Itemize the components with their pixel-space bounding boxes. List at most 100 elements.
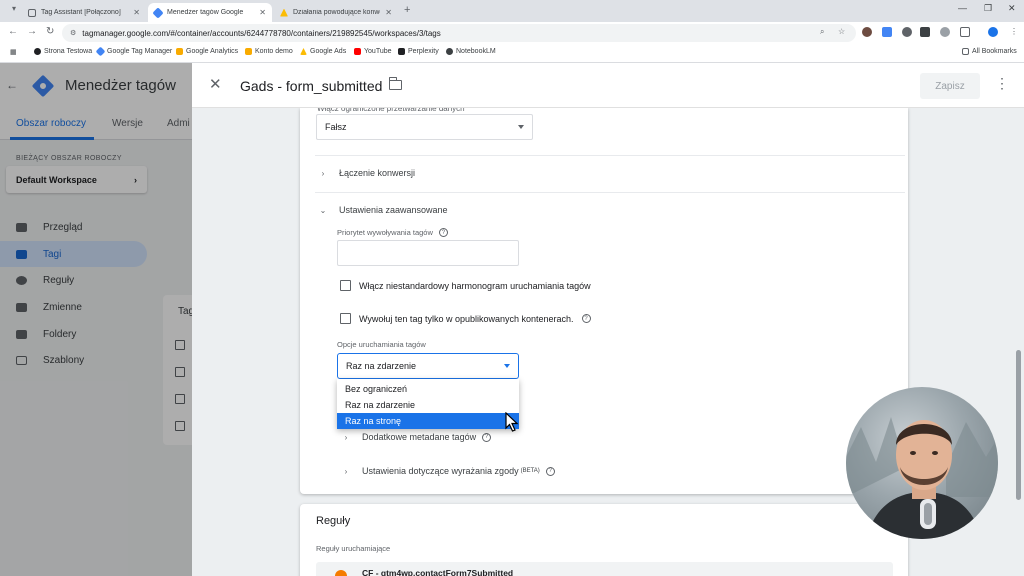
trigger-name: CF - gtm4wp.contactForm7Submitted <box>362 568 514 576</box>
chevron-right-icon: › <box>344 432 348 442</box>
bookmark-item[interactable]: Strona Testowa <box>34 48 92 55</box>
help-icon[interactable]: ? <box>438 228 448 237</box>
notebooklm-icon <box>446 48 453 55</box>
dropdown-option-highlighted[interactable]: Raz na stronę <box>337 413 519 429</box>
browser-tab-conversions[interactable]: Działania powodujące konwersję ✕ <box>274 3 398 22</box>
bookmark-item[interactable]: Google Ads <box>300 48 346 55</box>
maximize-icon[interactable]: ❐ <box>984 3 992 14</box>
close-icon[interactable]: ✕ <box>209 75 222 93</box>
profile-avatar[interactable] <box>988 27 998 37</box>
help-icon[interactable]: ? <box>545 466 555 476</box>
minimize-icon[interactable]: — <box>958 3 967 13</box>
advanced-settings-section[interactable]: ⌄ Ustawienia zaawansowane <box>319 205 448 215</box>
apps-grid-icon[interactable]: ▦ <box>10 48 17 56</box>
bookmark-star-icon[interactable]: ☆ <box>838 27 845 36</box>
more-options-icon[interactable]: ⋮ <box>995 75 1009 92</box>
webcam-overlay <box>846 387 998 539</box>
dropdown-caret-icon <box>518 125 524 129</box>
priority-label: Priorytet wywoływania tagów ? <box>337 228 448 237</box>
section-title: Łączenie konwersji <box>339 168 416 178</box>
priority-input[interactable] <box>337 240 519 266</box>
close-tab-icon[interactable]: ✕ <box>133 8 140 17</box>
divider <box>315 192 905 193</box>
published-only-checkbox-row[interactable]: Wywołuj ten tag tylko w opublikowanych k… <box>340 313 591 324</box>
browser-tab-tag-assistant[interactable]: Tag Assistant [Połączono] ✕ <box>22 3 146 22</box>
help-icon[interactable]: ? <box>581 314 591 323</box>
url-text: tagmanager.google.com/#/container/accoun… <box>82 28 441 38</box>
firing-options-label: Opcje uruchamiania tagów <box>337 340 426 349</box>
new-tab-icon[interactable]: + <box>404 4 410 16</box>
browser-toolbar: ← → ↻ ⚙ tagmanager.google.com/#/containe… <box>0 22 1024 44</box>
extensions-puzzle-icon[interactable] <box>960 27 970 37</box>
bookmark-label: All Bookmarks <box>972 48 1017 55</box>
consent-settings-section[interactable]: › Ustawienia dotyczące wyrażania zgody (… <box>342 466 555 476</box>
sheet-header: ✕ Gads - form_submitted Zapisz ⋮ <box>192 63 1024 108</box>
additional-metadata-section[interactable]: › Dodatkowe metadane tagów ? <box>342 432 492 442</box>
back-icon[interactable]: ← <box>8 26 18 37</box>
close-tab-icon[interactable]: ✕ <box>385 8 392 17</box>
browser-menu-icon[interactable]: ⋮ <box>1010 27 1018 36</box>
rules-subtitle: Reguły uruchamiające <box>316 544 391 553</box>
zoom-icon[interactable]: ⌕ <box>820 27 824 37</box>
save-button[interactable]: Zapisz <box>920 73 980 99</box>
trigger-row[interactable]: CF - gtm4wp.contactForm7Submitted <box>316 562 893 576</box>
dropdown-option[interactable]: Bez ograniczeń <box>337 381 519 397</box>
custom-schedule-checkbox[interactable] <box>340 280 351 291</box>
address-bar[interactable]: ⚙ tagmanager.google.com/#/container/acco… <box>62 24 856 42</box>
firing-options-dropdown: Bez ograniczeń Raz na zdarzenie Raz na s… <box>337 379 519 429</box>
bookmark-item[interactable]: YouTube <box>354 48 392 55</box>
published-only-checkbox[interactable] <box>340 313 351 324</box>
close-tab-icon[interactable]: ✕ <box>259 8 266 17</box>
triggering-card: Reguły Reguły uruchamiające CF - gtm4wp.… <box>300 504 908 576</box>
extension-icon[interactable] <box>862 27 872 37</box>
custom-schedule-checkbox-row[interactable]: Włącz niestandardowy harmonogram urucham… <box>340 280 591 291</box>
tag-name-title[interactable]: Gads - form_submitted <box>240 78 382 94</box>
bookmark-label: Strona Testowa <box>44 48 93 55</box>
folder-icon[interactable] <box>388 77 402 90</box>
forward-icon[interactable]: → <box>27 26 37 37</box>
site-info-icon[interactable]: ⚙ <box>70 29 76 37</box>
bookmark-item[interactable]: Google Analytics <box>176 48 238 55</box>
divider <box>315 155 905 156</box>
tag-config-card: Włącz ograniczone przetwarzanie danych F… <box>300 104 908 494</box>
tab-title: Menedżer tagów Google <box>167 9 244 16</box>
bookmark-label: YouTube <box>364 48 392 55</box>
perplexity-icon <box>398 48 405 55</box>
dropdown-option[interactable]: Raz na zdarzenie <box>337 397 519 413</box>
bookmark-label: NotebookLM <box>456 48 496 55</box>
all-bookmarks[interactable]: All Bookmarks <box>962 48 1017 55</box>
browser-tab-gtm[interactable]: Menedżer tagów Google ✕ <box>148 3 272 22</box>
tab-search-icon[interactable]: ▾ <box>12 4 16 13</box>
select-value: Raz na zdarzenie <box>346 361 417 371</box>
conversion-linking-section[interactable]: › Łączenie konwersji <box>319 168 415 178</box>
bookmark-item[interactable]: NotebookLM <box>446 48 496 55</box>
browser-tab-strip: ▾ Tag Assistant [Połączono] ✕ Menedżer t… <box>0 0 1024 22</box>
extension-icon[interactable] <box>940 27 950 37</box>
bookmark-label: Perplexity <box>408 48 439 55</box>
field-label-text: Priorytet wywoływania tagów <box>337 228 433 237</box>
bookmark-label: Google Ads <box>310 48 347 55</box>
extension-icon[interactable] <box>882 27 892 37</box>
extension-icon[interactable] <box>902 27 912 37</box>
reload-icon[interactable]: ↻ <box>46 26 54 37</box>
scrollbar-thumb[interactable] <box>1016 350 1021 500</box>
bookmark-item[interactable]: Perplexity <box>398 48 439 55</box>
trigger-type-icon <box>335 570 347 576</box>
tab-title: Działania powodujące konwersję <box>293 9 380 16</box>
chevron-right-icon: › <box>321 168 325 178</box>
bookmark-item[interactable]: Konto demo <box>245 48 293 55</box>
modal-scrim[interactable] <box>0 63 192 576</box>
analytics-icon <box>245 48 252 55</box>
firing-options-select[interactable]: Raz na zdarzenie <box>337 353 519 379</box>
restricted-processing-select[interactable]: Fałsz <box>316 114 533 140</box>
rules-title: Reguły <box>316 515 351 527</box>
extension-icon[interactable] <box>920 27 930 37</box>
chevron-right-icon: › <box>344 466 348 476</box>
close-window-icon[interactable]: ✕ <box>1008 3 1016 14</box>
help-icon[interactable]: ? <box>482 432 492 442</box>
bookmark-item[interactable]: Google Tag Manager <box>95 46 172 57</box>
section-title: Ustawienia zaawansowane <box>339 205 448 215</box>
youtube-icon <box>354 48 361 55</box>
tag-assistant-favicon-icon <box>28 8 36 17</box>
folder-icon <box>962 48 969 55</box>
